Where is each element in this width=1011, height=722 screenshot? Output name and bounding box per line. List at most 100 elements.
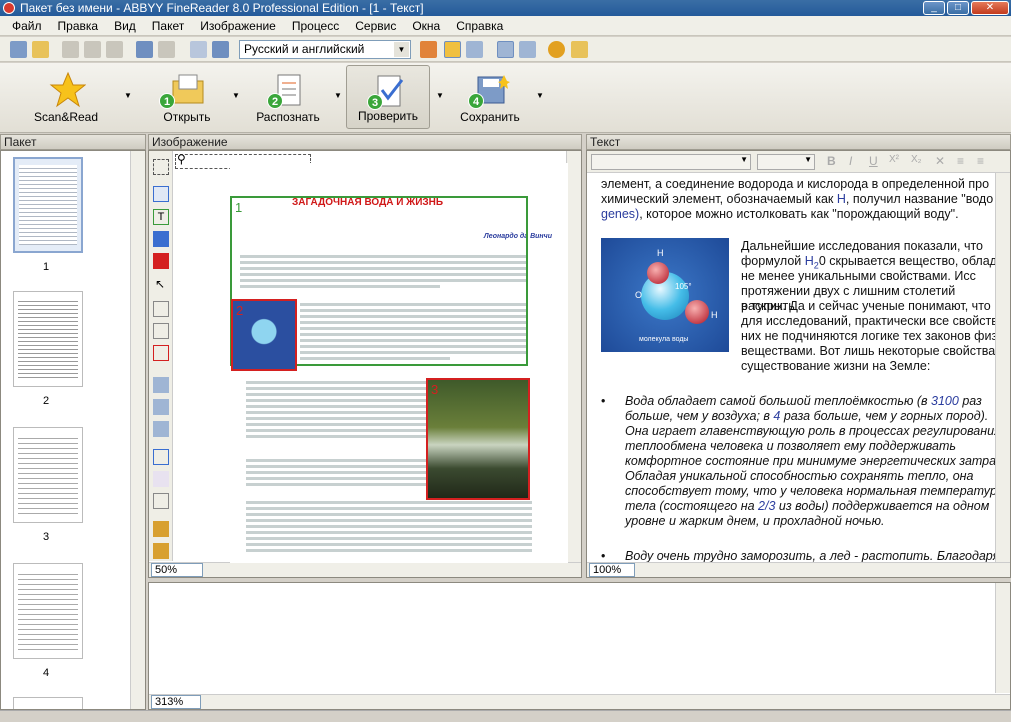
text-line: уровне и жарким днем, и прохладной ночью… xyxy=(625,514,885,528)
copy-icon[interactable] xyxy=(84,41,101,58)
water-molecule-picture: H H O 105° молекула воды xyxy=(601,238,729,352)
menu-image[interactable]: Изображение xyxy=(192,16,284,36)
page-thumbnail-5[interactable] xyxy=(13,697,83,709)
next-page-icon[interactable] xyxy=(212,41,229,58)
text-zone-icon[interactable]: T xyxy=(153,209,169,225)
menu-packet[interactable]: Пакет xyxy=(144,16,192,36)
chevron-down-icon[interactable]: ▼ xyxy=(804,155,812,164)
page-thumbnail-image xyxy=(18,434,78,514)
menu-view[interactable]: Вид xyxy=(106,16,144,36)
cut-icon[interactable] xyxy=(62,41,79,58)
paste-icon[interactable] xyxy=(106,41,123,58)
menu-file[interactable]: Файл xyxy=(4,16,50,36)
hydrogen-atom xyxy=(647,262,669,284)
check-label: Проверить xyxy=(357,109,418,123)
undo-icon[interactable] xyxy=(136,41,153,58)
table-row-icon[interactable] xyxy=(153,399,169,415)
font-size-select[interactable]: ▼ xyxy=(757,154,815,170)
page-thumbnail-2[interactable] xyxy=(13,291,83,387)
area-zone-icon[interactable] xyxy=(153,186,169,202)
table-column-icon[interactable] xyxy=(153,421,169,437)
image-view-icon[interactable] xyxy=(420,41,437,58)
gear-icon[interactable] xyxy=(548,41,565,58)
maximize-button[interactable]: □ xyxy=(947,1,969,15)
cursor-icon[interactable]: ↖ xyxy=(155,277,165,291)
molecule-o-label: O xyxy=(635,290,643,300)
menu-windows[interactable]: Окна xyxy=(404,16,448,36)
image-zoom-select[interactable]: 50% xyxy=(151,563,203,577)
page-thumbnail-3[interactable] xyxy=(13,427,83,523)
doc-text-line xyxy=(246,543,532,546)
packet-vertical-scrollbar[interactable] xyxy=(130,151,145,709)
select-zone-icon[interactable] xyxy=(153,159,169,175)
crop-icon[interactable] xyxy=(153,449,169,465)
scan-read-button[interactable]: Scan&Read xyxy=(20,65,112,129)
text-zoom-select[interactable]: 100% xyxy=(589,563,635,577)
text-pane-title: Текст xyxy=(590,135,621,149)
text-line: способствует тому, что у человека нормал… xyxy=(625,484,1004,498)
zoom-horizontal-scrollbar[interactable]: 313% xyxy=(149,694,1010,709)
text-horizontal-scrollbar[interactable]: 100% xyxy=(587,562,1010,577)
window-title: Пакет без имени - ABBYY FineReader 8.0 P… xyxy=(20,1,424,15)
open-label: Открыть xyxy=(163,110,211,124)
open-button[interactable]: 1 Открыть xyxy=(143,65,231,129)
page-icon[interactable] xyxy=(153,493,169,509)
previous-page-icon[interactable] xyxy=(190,41,207,58)
subscript-icon[interactable]: X₂ xyxy=(911,154,922,165)
save-dropdown-icon[interactable]: ▼ xyxy=(536,91,544,100)
cut-zone-icon[interactable] xyxy=(153,323,169,339)
font-select[interactable]: ▼ xyxy=(591,154,751,170)
new-packet-icon[interactable] xyxy=(10,41,27,58)
check-button[interactable]: 3 Проверить xyxy=(346,65,430,129)
scan-read-dropdown-icon[interactable]: ▼ xyxy=(124,91,132,100)
picture-zone-icon[interactable] xyxy=(153,253,169,269)
order-zones-icon[interactable] xyxy=(153,521,169,537)
delete-zone-icon[interactable] xyxy=(153,345,169,361)
text-view-icon[interactable] xyxy=(444,41,461,58)
align-left-icon[interactable]: ≡ xyxy=(957,154,964,168)
picture-zone-waterfall[interactable]: 3 xyxy=(426,378,530,500)
menu-service[interactable]: Сервис xyxy=(347,16,404,36)
two-pane-view-icon[interactable] xyxy=(497,41,514,58)
chevron-down-icon[interactable]: ▼ xyxy=(740,155,748,164)
bold-icon[interactable]: B xyxy=(827,154,836,168)
open-dropdown-icon[interactable]: ▼ xyxy=(232,91,240,100)
menu-process[interactable]: Процесс xyxy=(284,16,347,36)
image-horizontal-scrollbar[interactable]: 50% xyxy=(149,562,581,577)
save-button[interactable]: 4 Сохранить xyxy=(452,65,528,129)
page-thumbnail-1[interactable] xyxy=(13,157,83,253)
align-center-icon[interactable]: ≡ xyxy=(977,154,984,168)
superscript-icon[interactable]: X² xyxy=(889,154,899,165)
table-view-icon[interactable] xyxy=(519,41,536,58)
underline-icon[interactable]: U xyxy=(869,154,878,168)
table-zone-icon[interactable] xyxy=(153,231,169,247)
add-zone-icon[interactable] xyxy=(153,301,169,317)
minimize-button[interactable]: _ xyxy=(923,1,945,15)
open-folder-icon[interactable] xyxy=(32,41,49,58)
text-vertical-scrollbar[interactable] xyxy=(995,173,1010,563)
doc-text-line xyxy=(246,525,532,528)
recognize-button[interactable]: 2 Распознать xyxy=(247,65,329,129)
eraser-icon[interactable] xyxy=(153,471,169,487)
zoom-vertical-scrollbar[interactable] xyxy=(995,583,1010,693)
chevron-down-icon[interactable]: ▼ xyxy=(394,42,409,57)
picture-zone-molecule[interactable]: 2 xyxy=(231,299,297,371)
recognize-dropdown-icon[interactable]: ▼ xyxy=(334,91,342,100)
book-icon[interactable] xyxy=(571,41,588,58)
menu-help[interactable]: Справка xyxy=(448,16,511,36)
list-view-icon[interactable] xyxy=(466,41,483,58)
table-separator-icon[interactable] xyxy=(153,377,169,393)
zone-properties-icon[interactable] xyxy=(153,543,169,559)
page-thumbnail-4[interactable] xyxy=(13,563,83,659)
zone-tools-column: T ↖ xyxy=(149,151,173,561)
language-select[interactable]: Русский и английский ▼ xyxy=(239,40,411,59)
redo-icon[interactable] xyxy=(158,41,175,58)
italic-icon[interactable]: I xyxy=(849,154,852,168)
spell-check-icon[interactable]: ✕ xyxy=(935,154,945,168)
check-dropdown-icon[interactable]: ▼ xyxy=(436,91,444,100)
status-bar xyxy=(0,710,1011,722)
close-button[interactable]: ✕ xyxy=(971,1,1009,15)
menu-edit[interactable]: Правка xyxy=(50,16,107,36)
zoom-pane-zoom-select[interactable]: 313% xyxy=(151,695,201,709)
image-vertical-scrollbar[interactable] xyxy=(566,151,581,563)
